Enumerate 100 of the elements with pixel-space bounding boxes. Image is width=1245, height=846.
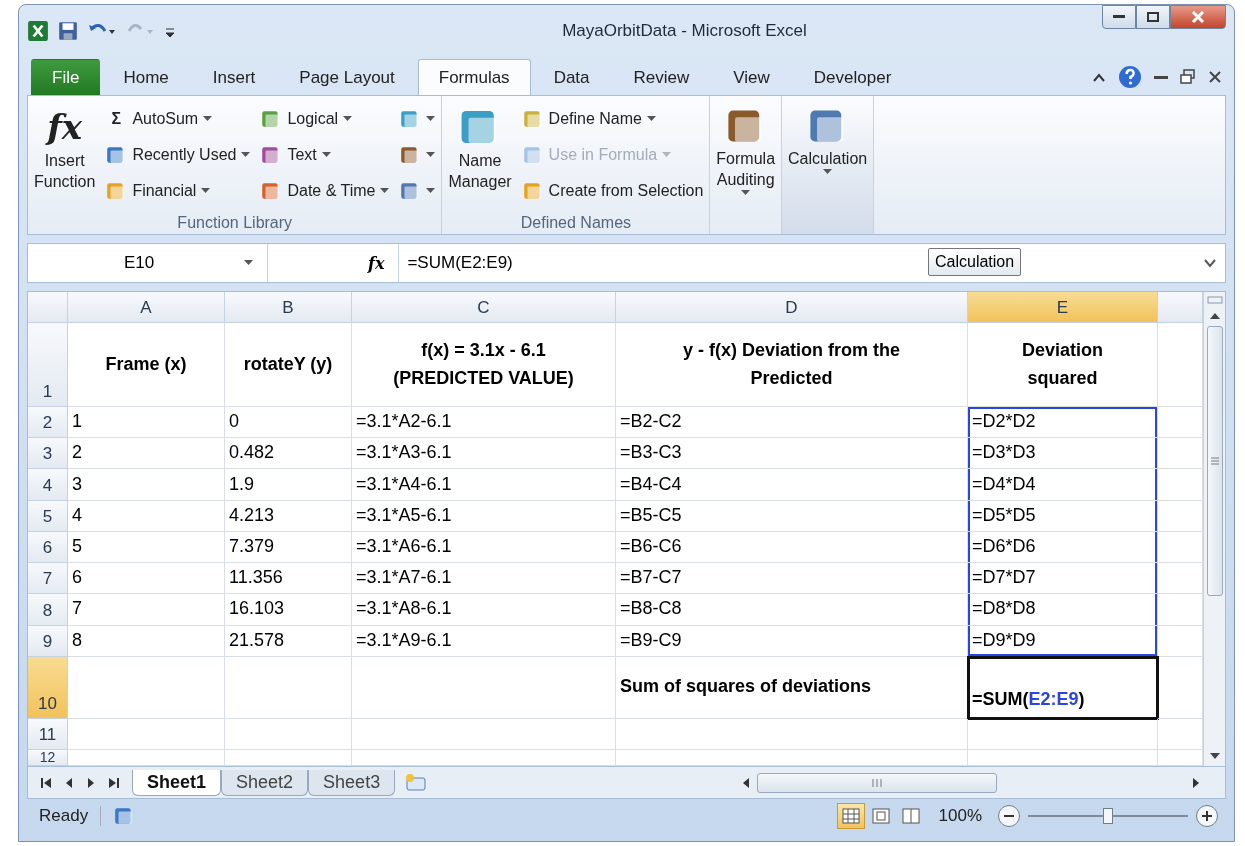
row-header[interactable]: 10	[28, 656, 68, 720]
table-cell[interactable]: Deviation squared	[968, 323, 1158, 408]
table-cell[interactable]: =D5*D5	[968, 500, 1158, 532]
previous-sheet-icon[interactable]	[64, 776, 74, 789]
table-cell[interactable]: 7.379	[225, 531, 352, 564]
ribbon-large-button[interactable]: fx Insert Function	[34, 100, 96, 214]
table-cell[interactable]: =B7-C7	[616, 563, 968, 595]
collapse-ribbon-icon[interactable]	[1092, 71, 1106, 83]
table-cell[interactable]: =D8*D8	[968, 594, 1158, 626]
table-cell[interactable]: =3.1*A3-6.1	[352, 438, 616, 470]
empty-cell[interactable]	[352, 719, 616, 751]
empty-cell[interactable]	[616, 750, 968, 766]
ribbon-large-button[interactable]: Formula Auditing	[716, 100, 776, 232]
first-sheet-icon[interactable]	[40, 776, 52, 789]
ribbon-tab[interactable]: File	[31, 59, 101, 95]
table-cell[interactable]: 0.482	[225, 438, 352, 470]
ribbon-button[interactable]: Financial	[105, 178, 251, 204]
table-cell[interactable]: y - f(x) Deviation from the Predicted	[616, 323, 968, 408]
table-cell[interactable]: 16.103	[225, 594, 352, 626]
table-cell[interactable]: 7	[68, 594, 225, 626]
table-cell[interactable]: =D2*D2	[968, 407, 1158, 439]
empty-cell[interactable]	[968, 719, 1158, 751]
ribbon-button[interactable]: Recently Used	[105, 142, 251, 168]
scrollbar-thumb[interactable]	[757, 772, 997, 793]
empty-cell[interactable]	[968, 750, 1158, 766]
ribbon-large-button[interactable]: Name Manager	[448, 100, 512, 214]
empty-cell[interactable]	[616, 719, 968, 751]
table-cell[interactable]: f(x) = 3.1x - 6.1 (PREDICTED VALUE)	[352, 323, 616, 408]
table-cell[interactable]: =3.1*A6-6.1	[352, 531, 616, 564]
table-cell[interactable]: =B2-C2	[616, 407, 968, 439]
table-cell[interactable]: Sum of squares of deviations	[616, 656, 968, 720]
column-header[interactable]: A	[68, 292, 225, 324]
table-cell[interactable]: =B4-C4	[616, 469, 968, 501]
table-cell[interactable]: 21.578	[225, 625, 352, 657]
row-header[interactable]: 5	[28, 500, 68, 532]
name-box[interactable]: E10	[28, 244, 268, 282]
table-cell[interactable]: =B9-C9	[616, 625, 968, 657]
row-header[interactable]: 3	[28, 438, 68, 470]
ribbon-large-button[interactable]: Calculation	[788, 100, 868, 232]
empty-cell[interactable]	[225, 719, 352, 751]
zoom-level[interactable]: 100%	[924, 806, 990, 826]
row-header[interactable]: 12	[28, 750, 68, 766]
split-handle-icon[interactable]	[1206, 296, 1223, 304]
table-cell[interactable]: =D4*D4	[968, 469, 1158, 501]
table-cell[interactable]: rotateY (y)	[225, 323, 352, 408]
empty-cell[interactable]	[352, 750, 616, 766]
restore-icon[interactable]	[1180, 69, 1196, 85]
row-header[interactable]: 4	[28, 469, 68, 501]
table-cell[interactable]: =3.1*A7-6.1	[352, 563, 616, 595]
sheet-tab[interactable]: Sheet2	[221, 769, 309, 796]
ribbon-button[interactable]: Σ AutoSum	[105, 106, 251, 132]
minimize-button[interactable]	[1102, 5, 1136, 29]
table-cell[interactable]: =3.1*A2-6.1	[352, 407, 616, 439]
zoom-out-button[interactable]	[998, 805, 1020, 827]
maximize-button[interactable]	[1136, 5, 1170, 29]
table-cell[interactable]: Frame (x)	[68, 323, 225, 408]
table-cell[interactable]: 0	[225, 407, 352, 439]
row-header[interactable]: 7	[28, 563, 68, 595]
column-header[interactable]: D	[616, 292, 968, 324]
table-cell[interactable]: 6	[68, 563, 225, 595]
table-cell[interactable]: =SUM(E2:E9)	[968, 656, 1158, 720]
table-cell[interactable]: =B5-C5	[616, 500, 968, 532]
ribbon-tab[interactable]: Page Layout	[278, 59, 416, 95]
column-header[interactable]: C	[352, 292, 616, 324]
save-icon[interactable]	[57, 20, 79, 42]
table-cell[interactable]: =3.1*A8-6.1	[352, 594, 616, 626]
row-header[interactable]: 6	[28, 531, 68, 564]
row-header[interactable]: 1	[28, 323, 68, 408]
table-cell[interactable]: =3.1*A9-6.1	[352, 625, 616, 657]
table-cell[interactable]: =3.1*A5-6.1	[352, 500, 616, 532]
empty-cell[interactable]	[352, 656, 616, 720]
help-icon[interactable]	[1118, 65, 1142, 89]
slider-thumb[interactable]	[1103, 808, 1113, 824]
table-cell[interactable]: =B3-C3	[616, 438, 968, 470]
table-cell[interactable]: 1	[68, 407, 225, 439]
close-button[interactable]	[1170, 5, 1226, 29]
insert-function-button[interactable]: fx	[368, 253, 385, 273]
column-header[interactable]: E	[968, 292, 1158, 324]
last-sheet-icon[interactable]	[108, 776, 120, 789]
table-cell[interactable]: =D9*D9	[968, 625, 1158, 657]
ribbon-button[interactable]: Define Name	[521, 106, 704, 132]
zoom-in-button[interactable]	[1196, 805, 1218, 827]
ribbon-tab[interactable]: Home	[102, 59, 190, 95]
table-cell[interactable]: 4.213	[225, 500, 352, 532]
row-header[interactable]: 2	[28, 407, 68, 439]
ribbon-button[interactable]: Date & Time	[260, 178, 390, 204]
empty-cell[interactable]	[225, 750, 352, 766]
view-button[interactable]	[836, 803, 865, 829]
row-header[interactable]: 11	[28, 719, 68, 751]
ribbon-tab[interactable]: View	[712, 59, 791, 95]
ribbon-tab[interactable]: Data	[532, 59, 611, 95]
table-cell[interactable]: 3	[68, 469, 225, 501]
table-cell[interactable]: 11.356	[225, 563, 352, 595]
ribbon-tab[interactable]: Insert	[191, 59, 277, 95]
table-cell[interactable]: =3.1*A4-6.1	[352, 469, 616, 501]
ribbon-button[interactable]: Logical	[260, 106, 390, 132]
column-header[interactable]: B	[225, 292, 352, 324]
scroll-right-icon[interactable]	[1191, 776, 1201, 789]
next-sheet-icon[interactable]	[86, 776, 96, 789]
table-cell[interactable]: =D7*D7	[968, 563, 1158, 595]
